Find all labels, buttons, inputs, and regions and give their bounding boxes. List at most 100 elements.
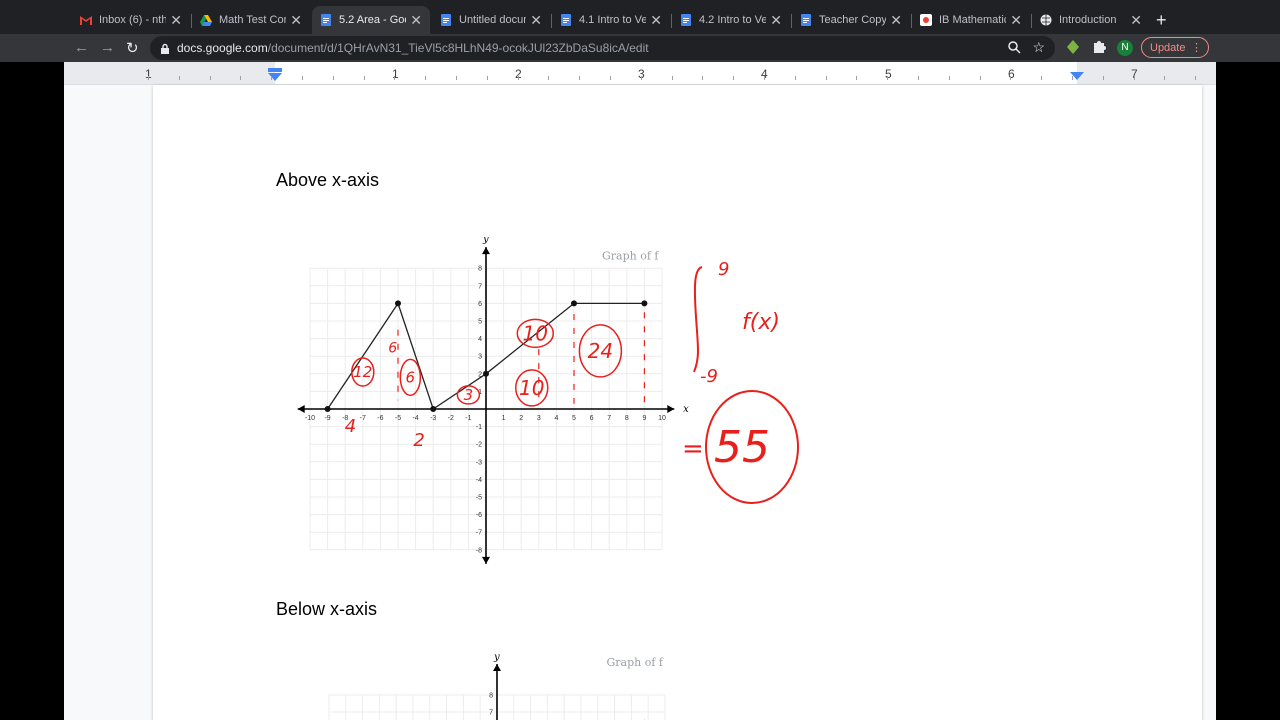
y-tick-label: 8 bbox=[478, 266, 482, 273]
browser-tab-5[interactable]: 4.1 Intro to Ve ✕ bbox=[552, 6, 670, 34]
region-area-label: 3 bbox=[464, 386, 474, 404]
tab-separator bbox=[1031, 14, 1032, 28]
ruler-tick bbox=[641, 76, 642, 80]
y-tick-label: -1 bbox=[476, 424, 482, 431]
x-tick-label: -9 bbox=[324, 415, 330, 422]
address-bar[interactable]: docs.google.com/document/d/1QHrAvN31_Tie… bbox=[150, 36, 1055, 60]
x-tick-label: 7 bbox=[607, 415, 611, 422]
base-label: 4 bbox=[345, 416, 356, 437]
browser-tab-6[interactable]: 4.2 Intro to Ve ✕ bbox=[672, 6, 790, 34]
x-tick-label: 5 bbox=[572, 415, 576, 422]
profile-avatar[interactable]: N bbox=[1117, 40, 1133, 56]
globe-icon bbox=[1040, 14, 1052, 26]
ruler-tick bbox=[487, 76, 488, 80]
result-value: 55 bbox=[714, 422, 770, 473]
tab-separator bbox=[791, 14, 792, 28]
site-icon bbox=[920, 14, 932, 26]
tab-title: 4.2 Intro to Ve bbox=[699, 14, 767, 26]
browser-tab-7[interactable]: Teacher Copy ✕ bbox=[792, 6, 910, 34]
ruler-tick bbox=[579, 76, 580, 80]
x-axis-left-arrow bbox=[297, 405, 305, 413]
back-icon[interactable]: ← bbox=[74, 39, 89, 56]
ruler-tick bbox=[425, 76, 426, 80]
close-tab-icon[interactable]: ✕ bbox=[1010, 12, 1022, 29]
browser-tab-2[interactable]: Math Test Com ✕ bbox=[192, 6, 310, 34]
y-tick-label: 7 bbox=[478, 283, 482, 290]
x-tick-label: -1 bbox=[465, 415, 471, 422]
tab-separator bbox=[671, 14, 672, 28]
x-tick-label: 3 bbox=[537, 415, 541, 422]
docs-icon bbox=[320, 14, 332, 26]
y-axis-label: y bbox=[482, 237, 489, 245]
url-text: docs.google.com/document/d/1QHrAvN31_Tie… bbox=[177, 41, 649, 55]
ruler-tick bbox=[179, 76, 180, 80]
lock-icon bbox=[160, 42, 170, 60]
result-equals: = bbox=[682, 434, 704, 464]
left-indent-marker-icon[interactable] bbox=[267, 68, 283, 82]
tab-title: 4.1 Intro to Ve bbox=[579, 14, 647, 26]
region-area-label: 24 bbox=[588, 339, 613, 363]
x-tick-label: 8 bbox=[625, 415, 629, 422]
browser-tab-strip: Inbox (6) - nth ✕ Math Test Com ✕ 5.2 Area -… bbox=[0, 0, 1280, 38]
ruler-tick bbox=[1041, 76, 1042, 80]
browser-tab-3[interactable]: 5.2 Area - Goo ✕ bbox=[312, 6, 430, 34]
ruler-tick bbox=[1164, 76, 1165, 80]
function-point bbox=[641, 300, 648, 307]
close-tab-icon[interactable]: ✕ bbox=[650, 12, 662, 29]
tab-separator bbox=[191, 14, 192, 28]
region-area-label: 6 bbox=[406, 368, 416, 386]
side-length-label: 6 bbox=[388, 341, 397, 357]
x-tick-label: -2 bbox=[448, 415, 454, 422]
x-tick-label: -3 bbox=[430, 415, 436, 422]
browser-toolbar: ← → ↻ docs.google.com/document/d/1QHrAvN… bbox=[0, 34, 1280, 62]
ruler-tick bbox=[240, 76, 241, 80]
close-tab-icon[interactable]: ✕ bbox=[170, 12, 182, 29]
puzzle-extensions-icon[interactable] bbox=[1092, 39, 1106, 58]
x-tick-label: -5 bbox=[395, 415, 401, 422]
forward-icon[interactable]: → bbox=[100, 39, 115, 56]
tab-separator bbox=[911, 14, 912, 28]
reload-icon[interactable]: ↻ bbox=[126, 39, 139, 57]
y-axis-top-arrow bbox=[493, 664, 501, 671]
tab-title: 5.2 Area - Goo bbox=[339, 14, 407, 26]
y-tick-label: -7 bbox=[476, 530, 482, 537]
close-tab-icon[interactable]: ✕ bbox=[290, 12, 302, 29]
close-tab-icon[interactable]: ✕ bbox=[410, 12, 422, 29]
y-tick-label: -2 bbox=[476, 442, 482, 449]
horizontal-ruler: 11234567 bbox=[64, 62, 1216, 85]
menu-dots-icon[interactable]: ⋮ bbox=[1191, 38, 1202, 59]
y-tick-label: 8 bbox=[489, 693, 493, 700]
close-tab-icon[interactable]: ✕ bbox=[530, 12, 542, 29]
ruler-tick bbox=[394, 76, 395, 80]
function-point bbox=[395, 300, 401, 307]
x-tick-label: 6 bbox=[590, 415, 594, 422]
ruler-tick bbox=[1195, 76, 1196, 80]
extension-icon[interactable] bbox=[1066, 39, 1080, 60]
x-tick-label: -7 bbox=[360, 415, 366, 422]
ruler-tick bbox=[1103, 76, 1104, 80]
gmail-icon bbox=[80, 14, 92, 26]
ruler-right-margin bbox=[1077, 62, 1216, 84]
ruler-number: 5 bbox=[885, 67, 892, 81]
close-tab-icon[interactable]: ✕ bbox=[770, 12, 782, 29]
integral-sign-icon bbox=[693, 266, 703, 373]
bookmark-star-icon[interactable]: ☆ bbox=[1032, 39, 1045, 56]
y-tick-label: 6 bbox=[478, 301, 482, 308]
ruler-tick bbox=[1010, 76, 1011, 80]
browser-tab-4[interactable]: Untitled docum ✕ bbox=[432, 6, 550, 34]
browser-tab-9[interactable]: Introduction ✕ bbox=[1032, 6, 1150, 34]
zoom-icon[interactable] bbox=[1007, 40, 1021, 59]
close-tab-icon[interactable]: ✕ bbox=[1130, 12, 1142, 29]
new-tab-button[interactable]: + bbox=[1156, 10, 1167, 31]
ruler-number: 1 bbox=[392, 67, 399, 81]
close-tab-icon[interactable]: ✕ bbox=[890, 12, 902, 29]
x-tick-label: 4 bbox=[554, 415, 558, 422]
update-button[interactable]: Update ⋮ bbox=[1141, 37, 1209, 58]
x-tick-label: 2 bbox=[519, 415, 523, 422]
graph-above-x-axis: -10 -9 -8 -7 -6 -5 -4 -3 -2 -1 1 2 3 4 5 6 7 8 9 1087654321… bbox=[297, 237, 689, 564]
ruler-tick bbox=[702, 76, 703, 80]
integrand-label: f(x) bbox=[742, 310, 780, 335]
docs-icon bbox=[560, 14, 572, 26]
browser-tab-8[interactable]: IB Mathematic ✕ bbox=[912, 6, 1030, 34]
browser-tab-1[interactable]: Inbox (6) - nth ✕ bbox=[72, 6, 190, 34]
